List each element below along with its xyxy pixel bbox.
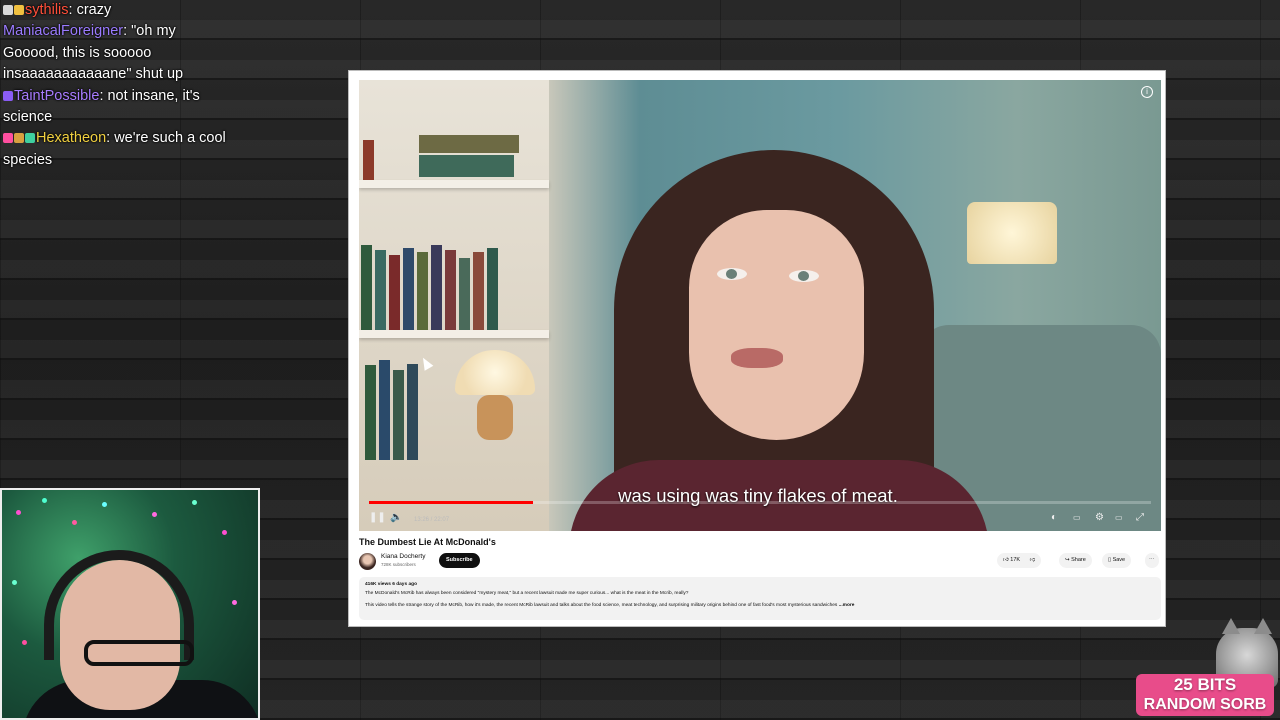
book <box>417 252 428 330</box>
bits-alert: 25 BITS RANDOM SORB <box>1136 674 1274 716</box>
captions-icon[interactable]: ▭ <box>1073 512 1081 524</box>
string-light <box>232 600 237 605</box>
subscriber-count: 728K subscribers <box>381 562 416 567</box>
share-icon: ↪ <box>1065 557 1070 563</box>
badge-icon <box>3 90 13 101</box>
presenter-eye <box>789 270 819 282</box>
string-light <box>102 502 107 507</box>
string-light <box>22 640 27 645</box>
lamp-base <box>477 395 513 440</box>
badge-icon <box>25 133 35 144</box>
view-stats: 416K views 6 days ago <box>365 582 417 587</box>
chat-username: ManiacalForeigner <box>3 23 124 40</box>
book <box>361 245 372 330</box>
book <box>445 250 456 330</box>
share-label: Share <box>1071 557 1086 563</box>
book <box>379 360 390 460</box>
book <box>389 255 400 330</box>
bookmark-icon: ▯ <box>1108 557 1112 563</box>
string-light <box>12 580 17 585</box>
share-button[interactable]: ↪ Share <box>1059 553 1092 568</box>
string-light <box>222 530 227 535</box>
badge-icon <box>3 133 13 144</box>
badge-icon <box>14 5 24 15</box>
chat-overlay: sythilis: crazy ManiacalForeigner: "oh m… <box>3 0 233 171</box>
subscribe-button[interactable]: Subscribe <box>439 553 480 568</box>
video-title: The Dumbest Lie At McDonald's <box>359 537 496 547</box>
webcam-feed <box>0 488 260 720</box>
more-actions-button[interactable]: ⋯ <box>1145 553 1159 568</box>
presenter-eye <box>717 268 747 280</box>
badge-icon <box>14 133 24 144</box>
like-count[interactable]: 17K <box>1010 557 1020 563</box>
string-light <box>192 500 197 505</box>
lamp <box>967 202 1057 264</box>
book <box>419 135 519 153</box>
shelf-board <box>359 180 549 188</box>
chat-message: TaintPossible: not insane, it's science <box>3 86 233 129</box>
chat-message: ManiacalForeigner: "oh my Gooood, this i… <box>3 21 233 85</box>
book <box>419 155 514 177</box>
book <box>393 370 404 460</box>
like-icon[interactable]: 👍︎ <box>1003 557 1009 563</box>
volume-icon[interactable]: 🔈 <box>390 512 402 524</box>
theater-icon[interactable]: ▭ <box>1115 512 1123 524</box>
autoplay-toggle-icon[interactable]: ◐ <box>1051 512 1057 524</box>
show-more-link[interactable]: ...more <box>839 603 855 608</box>
string-light <box>152 512 157 517</box>
string-light <box>16 510 21 515</box>
info-icon[interactable]: i <box>1141 86 1153 98</box>
description-line: This video tells the strange story of th… <box>365 603 838 609</box>
book <box>459 258 470 330</box>
progress-fill <box>369 501 534 504</box>
chat-text: : crazy <box>68 2 112 18</box>
progress-bar[interactable] <box>369 501 1151 504</box>
badge-icon <box>3 5 13 15</box>
book <box>407 364 418 460</box>
bits-user: RANDOM SORB <box>1143 696 1267 713</box>
string-light <box>42 498 47 503</box>
pause-icon[interactable]: ❚❚ <box>369 512 386 524</box>
string-light <box>72 520 77 525</box>
channel-name[interactable]: Kiana Docherty <box>381 553 425 560</box>
glasses <box>84 640 194 666</box>
chat-message: sythilis: crazy <box>3 0 233 21</box>
presenter-mouth <box>731 348 783 368</box>
chat-username: TaintPossible <box>14 87 100 104</box>
description-line: The McDonald's McRib has always been con… <box>365 590 689 596</box>
save-button[interactable]: ▯ Save <box>1102 553 1132 568</box>
book <box>365 365 376 460</box>
chat-message: Hexatheon: we're such a cool species <box>3 128 233 171</box>
bits-amount: 25 BITS <box>1173 675 1237 694</box>
book <box>431 245 442 330</box>
book <box>363 140 374 180</box>
channel-row: Kiana Docherty 728K subscribers Subscrib… <box>359 552 1161 572</box>
more-icon: ⋯ <box>1149 557 1155 563</box>
player-controls: ❚❚ 🔈 13:26 / 22:07 ◐ ▭ ⚙ ▭ ⤢ <box>359 505 1161 531</box>
video-player[interactable]: i was using was tiny flakes of meat. ❚❚ … <box>359 80 1161 531</box>
save-label: Save <box>1112 557 1126 563</box>
description-box[interactable]: 416K views 6 days ago The McDonald's McR… <box>359 577 1161 620</box>
settings-icon[interactable]: ⚙ <box>1095 512 1104 524</box>
book <box>487 248 498 330</box>
book <box>403 248 414 330</box>
chat-username: sythilis <box>25 2 69 18</box>
channel-avatar[interactable] <box>359 553 376 570</box>
book <box>375 250 386 330</box>
time-display: 13:26 / 22:07 <box>414 517 450 523</box>
chat-username: Hexatheon <box>36 130 107 147</box>
book <box>473 252 484 330</box>
dislike-icon[interactable]: 👎︎ <box>1030 557 1036 563</box>
fullscreen-icon[interactable]: ⤢ <box>1136 512 1144 524</box>
shelf-board <box>359 330 549 338</box>
like-dislike-group: 👍︎ 17K 👎︎ <box>997 553 1042 568</box>
presenter-face <box>689 210 864 440</box>
youtube-window: i was using was tiny flakes of meat. ❚❚ … <box>348 70 1166 627</box>
bookshelf <box>359 80 549 531</box>
